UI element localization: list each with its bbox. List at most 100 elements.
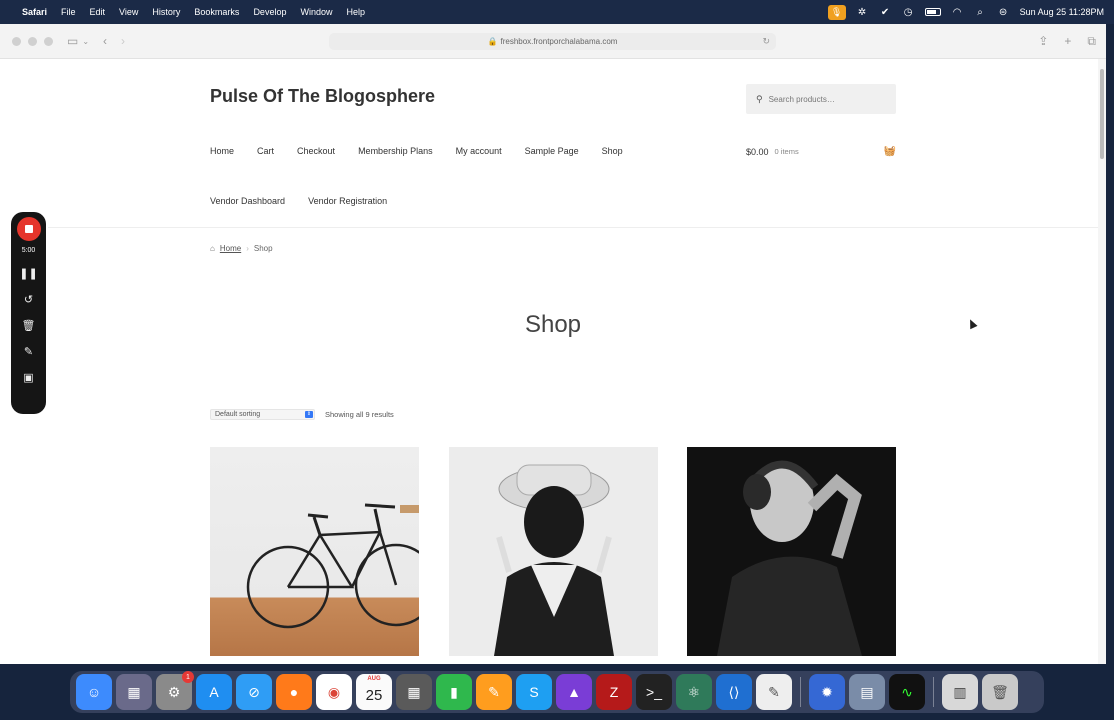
search-icon: ⚲ <box>756 93 763 104</box>
calendar-month: AUG <box>367 676 381 682</box>
site-title[interactable]: Pulse Of The Blogosphere <box>210 86 435 107</box>
cart-count: 0 items <box>774 147 799 156</box>
close-window-button[interactable] <box>12 36 21 46</box>
document-stack-icon[interactable]: ▥ <box>942 674 978 710</box>
zoom-window-button[interactable] <box>44 36 53 46</box>
activity-monitor-icon[interactable]: ∿ <box>889 674 925 710</box>
nav-vendor-dashboard[interactable]: Vendor Dashboard <box>210 196 285 206</box>
product-search[interactable]: ⚲ Search products… <box>746 84 896 114</box>
reload-icon[interactable]: ↻ <box>762 36 770 47</box>
sort-select[interactable]: Default sorting ⇕ <box>210 409 315 420</box>
product-image-headphones[interactable] <box>687 447 896 656</box>
restart-icon[interactable]: ↺ <box>24 293 33 306</box>
nav-cart[interactable]: Cart <box>257 146 274 156</box>
search-icon[interactable]: ⌕ <box>974 6 987 19</box>
menu-safari[interactable]: Safari <box>22 7 47 17</box>
dock-separator <box>800 677 801 707</box>
nav-sample-page[interactable]: Sample Page <box>525 146 579 156</box>
atom-icon[interactable]: ⚛ <box>676 674 712 710</box>
gear-icon[interactable]: ✲ <box>856 6 869 19</box>
new-tab-icon[interactable]: + <box>1064 34 1071 49</box>
menu-view[interactable]: View <box>119 7 138 17</box>
menu-window[interactable]: Window <box>300 7 332 17</box>
nav-shop[interactable]: Shop <box>602 146 623 156</box>
breadcrumb-home[interactable]: Home <box>220 244 241 253</box>
draw-icon[interactable]: ✎ <box>24 345 33 358</box>
back-icon[interactable]: ‹ <box>103 34 107 48</box>
menubar-clock[interactable]: Sun Aug 25 11:28PM <box>1020 7 1104 17</box>
firefox-icon[interactable]: ● <box>276 674 312 710</box>
terminal-icon[interactable]: >_ <box>636 674 672 710</box>
secondary-nav: Vendor Dashboard Vendor Registration <box>210 196 410 206</box>
trash-icon[interactable]: 🗑 <box>22 319 36 332</box>
battery-icon[interactable] <box>924 8 941 16</box>
recording-timer: 5:00 <box>21 247 36 254</box>
menu-edit[interactable]: Edit <box>90 7 106 17</box>
clock-icon[interactable]: ◷ <box>902 6 915 19</box>
safari-window: ▭ ⌄ ‹ › 🔒 freshbox.frontporchalabama.com… <box>0 24 1106 664</box>
cart-total: $0.00 <box>746 146 769 157</box>
tab-overview-icon[interactable]: ⧉ <box>1087 34 1096 49</box>
skype-icon[interactable]: S <box>516 674 552 710</box>
control-center-icon[interactable]: ⊜ <box>997 6 1010 19</box>
trash-bin-icon[interactable]: 🗑 <box>982 674 1018 710</box>
app-store-icon[interactable]: A <box>196 674 232 710</box>
share-icon[interactable]: ⇪ <box>1038 34 1048 49</box>
basket-icon: 🧺 <box>883 146 896 157</box>
chevron-down-icon[interactable]: ⌄ <box>82 37 89 46</box>
pages-icon[interactable]: ✎ <box>476 674 512 710</box>
url-text: freshbox.frontporchalabama.com <box>500 37 618 46</box>
finder-icon[interactable]: ☺ <box>76 674 112 710</box>
vscode-icon[interactable]: ⟨⟩ <box>716 674 752 710</box>
menu-help[interactable]: Help <box>346 7 365 17</box>
filezilla-icon[interactable]: Z <box>596 674 632 710</box>
safari-icon[interactable]: ⊘ <box>236 674 272 710</box>
product-image-bicycle[interactable] <box>210 447 419 656</box>
chrome-icon[interactable]: ◉ <box>316 674 352 710</box>
check-icon[interactable]: ✔ <box>879 6 892 19</box>
product-image-hat[interactable] <box>449 447 658 656</box>
menu-bar: Safari File Edit View History Bookmarks … <box>0 0 1114 24</box>
microphone-icon[interactable]: 🎙 <box>827 4 846 20</box>
toolbar-right: ⇪ + ⧉ <box>1038 34 1096 49</box>
preview-icon[interactable]: ▤ <box>849 674 885 710</box>
camera-icon[interactable]: ▣ <box>23 371 33 384</box>
select-arrow-icon: ⇕ <box>305 411 313 418</box>
window-controls <box>12 36 53 46</box>
wifi-icon[interactable]: ◠ <box>951 6 964 19</box>
home-icon: ⌂ <box>210 244 215 253</box>
nav-membership-plans[interactable]: Membership Plans <box>358 146 433 156</box>
address-bar[interactable]: 🔒 freshbox.frontporchalabama.com ↻ <box>329 33 776 50</box>
header-cart[interactable]: $0.00 0 items 🧺 <box>746 146 896 157</box>
primary-nav: Home Cart Checkout Membership Plans My a… <box>210 146 646 156</box>
menu-history[interactable]: History <box>152 7 180 17</box>
menu-develop[interactable]: Develop <box>253 7 286 17</box>
calendar-icon[interactable]: AUG 25 <box>356 674 392 710</box>
forward-icon[interactable]: › <box>121 34 125 48</box>
system-settings-icon[interactable]: ⚙ 1 <box>156 671 194 710</box>
calculator-icon[interactable]: ▦ <box>396 674 432 710</box>
search-input[interactable]: Search products… <box>769 95 835 104</box>
numbers-icon[interactable]: ▮ <box>436 674 472 710</box>
result-count: Showing all 9 results <box>325 410 394 419</box>
hat-person-illustration <box>494 464 614 656</box>
nav-checkout[interactable]: Checkout <box>297 146 335 156</box>
menu-file[interactable]: File <box>61 7 76 17</box>
nav-vendor-registration[interactable]: Vendor Registration <box>308 196 387 206</box>
breadcrumb-current: Shop <box>253 244 273 253</box>
sidebar-icon[interactable]: ▭ <box>67 34 78 48</box>
bicycle-illustration <box>246 503 419 629</box>
settings-badge: 1 <box>182 671 194 683</box>
launchpad-icon[interactable]: ▦ <box>116 674 152 710</box>
browser-toolbar: ▭ ⌄ ‹ › 🔒 freshbox.frontporchalabama.com… <box>0 24 1106 59</box>
gear-app-icon[interactable]: ✹ <box>809 674 845 710</box>
menu-bookmarks[interactable]: Bookmarks <box>194 7 239 17</box>
textedit-icon[interactable]: ✎ <box>756 674 792 710</box>
affinity-icon[interactable]: ▲ <box>556 674 592 710</box>
nav-my-account[interactable]: My account <box>456 146 502 156</box>
page-scrollbar[interactable] <box>1098 59 1106 664</box>
nav-home[interactable]: Home <box>210 146 234 156</box>
stop-recording-button[interactable] <box>16 217 41 241</box>
pause-icon[interactable]: ❚❚ <box>19 267 37 280</box>
minimize-window-button[interactable] <box>28 36 37 46</box>
